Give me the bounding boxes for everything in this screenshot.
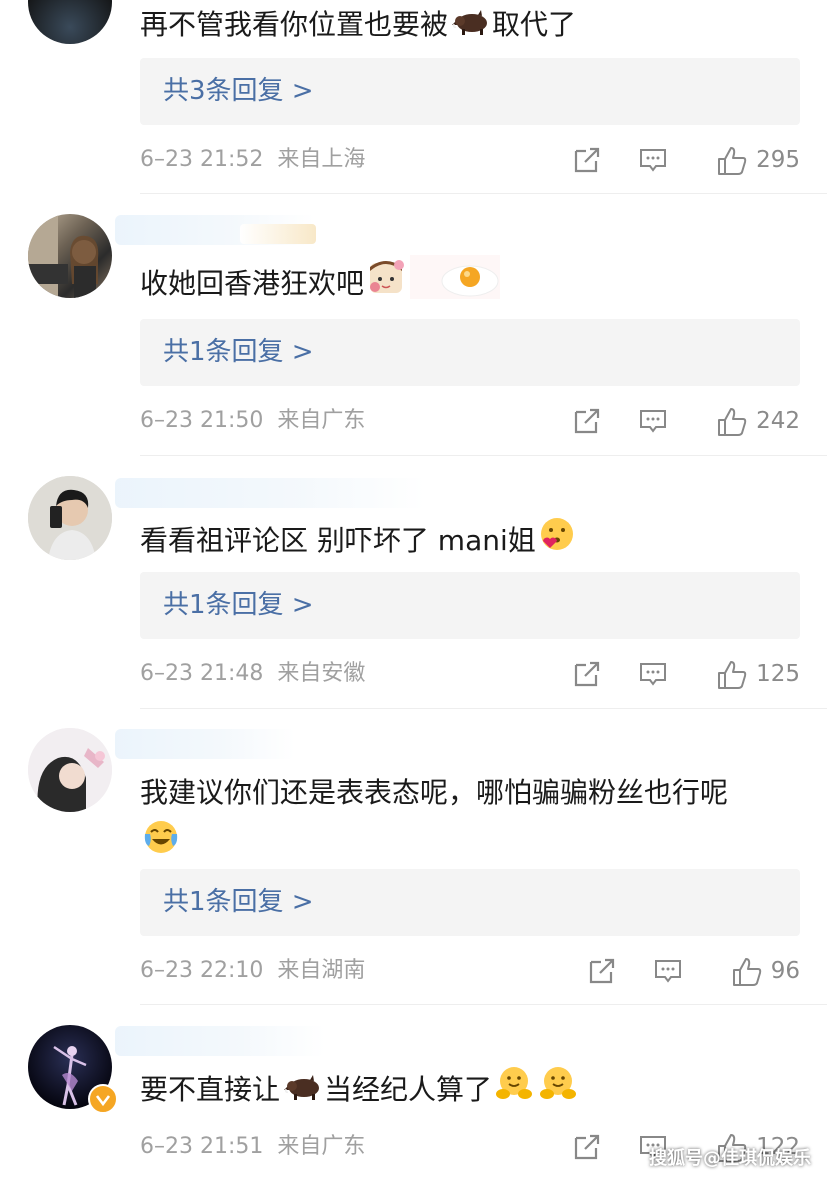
- thumb-up-icon[interactable]: [716, 659, 747, 689]
- reply-summary-link[interactable]: 共1条回复 >: [140, 869, 800, 936]
- verified-badge-icon: [88, 1084, 118, 1114]
- share-icon[interactable]: [572, 406, 602, 436]
- thumb-up-icon[interactable]: [716, 145, 747, 175]
- share-icon[interactable]: [572, 1132, 602, 1162]
- comment-timestamp: 6–23 21:50 来自广东: [140, 408, 366, 433]
- reply-summary-link[interactable]: 共1条回复 >: [140, 572, 800, 639]
- hugging-face-icon: [494, 1064, 534, 1118]
- comment-meta: 6–23 21:52 来自上海 295: [140, 140, 800, 180]
- reply-summary-link[interactable]: 共1条回复 >: [140, 319, 800, 386]
- emoji-face-icon: [366, 257, 406, 313]
- divider: [140, 455, 827, 456]
- comment-icon[interactable]: [653, 956, 683, 986]
- fried-egg-icon: [410, 255, 501, 315]
- comment-text: 我建议你们还是表表态呢，哪怕骗骗粉丝也行呢: [140, 768, 787, 872]
- emoji-laughing-crying-icon: [142, 818, 180, 872]
- comment-timestamp: 6–23 21:52 来自上海: [140, 147, 366, 172]
- comment-icon[interactable]: [638, 659, 668, 689]
- avatar[interactable]: [28, 214, 112, 298]
- boar-emoji-icon: [282, 1066, 322, 1116]
- divider: [140, 193, 827, 194]
- share-icon[interactable]: [572, 659, 602, 689]
- hugging-face-icon: [538, 1064, 578, 1118]
- like-count: 96: [770, 958, 800, 984]
- avatar[interactable]: [28, 728, 112, 812]
- watermark: 搜狐号@佳琪侃娱乐: [649, 1148, 811, 1169]
- emoji-heart-face-icon: [538, 515, 576, 569]
- username[interactable]: [115, 478, 425, 508]
- like-count: 295: [756, 147, 800, 173]
- reply-summary-link[interactable]: 共3条回复 >: [140, 58, 800, 125]
- divider: [140, 1004, 827, 1005]
- user-badge: [240, 224, 316, 244]
- comment-text: 再不管我看你位置也要被 取代了: [140, 0, 787, 51]
- comment-meta: 6–23 21:50 来自广东 242: [140, 401, 800, 441]
- comment-meta: 6–23 21:48 来自安徽 125: [140, 654, 800, 694]
- avatar[interactable]: [28, 0, 112, 44]
- share-icon[interactable]: [572, 145, 602, 175]
- comment-meta: 6–23 22:10 来自湖南 96: [140, 951, 800, 991]
- username[interactable]: [115, 1026, 325, 1056]
- thumb-up-icon[interactable]: [731, 956, 761, 986]
- username[interactable]: [115, 729, 295, 759]
- divider: [140, 708, 827, 709]
- comment-timestamp: 6–23 22:10 来自湖南: [140, 958, 366, 983]
- share-icon[interactable]: [587, 956, 617, 986]
- thumb-up-icon[interactable]: [716, 406, 747, 436]
- comment-icon[interactable]: [638, 145, 668, 175]
- comment-timestamp: 6–23 21:51 来自广东: [140, 1134, 366, 1159]
- boar-emoji-icon: [450, 1, 490, 51]
- comment-icon[interactable]: [638, 406, 668, 436]
- comment-text: 收她回香港狂欢吧: [140, 255, 787, 315]
- avatar[interactable]: [28, 476, 112, 560]
- comment-timestamp: 6–23 21:48 来自安徽: [140, 661, 366, 686]
- comment-text: 看看祖评论区 别吓坏了 mani姐: [140, 515, 787, 569]
- like-count: 125: [756, 661, 800, 687]
- like-count: 242: [756, 408, 800, 434]
- comment-text: 要不直接让 当经纪人算了: [140, 1064, 787, 1118]
